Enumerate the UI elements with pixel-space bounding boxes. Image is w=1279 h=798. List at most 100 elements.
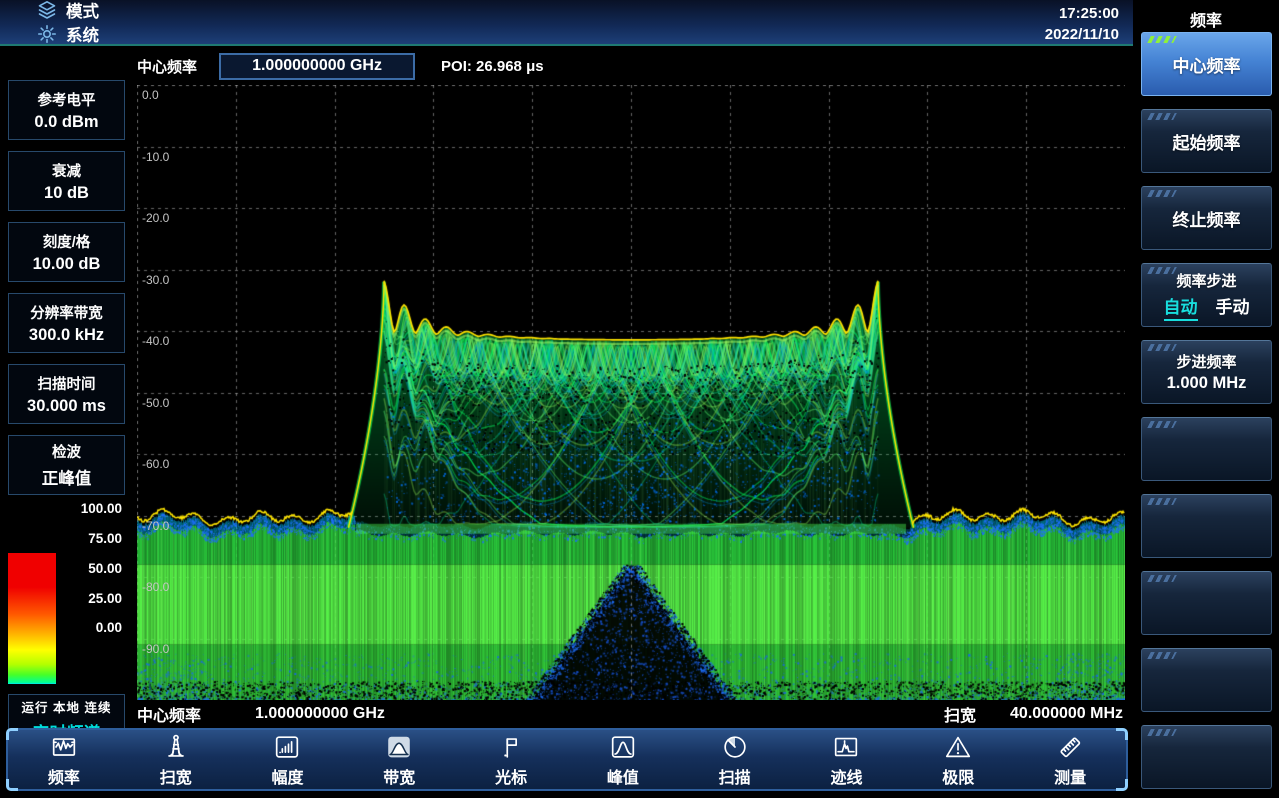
measure-icon bbox=[1055, 732, 1085, 762]
toolbar-corner-accent bbox=[6, 728, 18, 740]
softkey-start-frequency[interactable]: 起始频率 bbox=[1141, 109, 1272, 173]
readout-label: 刻度/格 bbox=[42, 234, 91, 251]
colorbar-tick: 25.00 bbox=[88, 591, 122, 606]
menu-item-系统[interactable]: 系统 bbox=[36, 22, 99, 46]
footer-center-frequency-label: 中心频率 bbox=[137, 708, 202, 725]
y-axis-label: -20.0 bbox=[142, 211, 170, 225]
frequency-icon bbox=[49, 732, 79, 762]
density-colorbar bbox=[8, 553, 56, 684]
softkey-corner-stripes-icon bbox=[1147, 267, 1177, 274]
y-axis-label: -90.0 bbox=[142, 641, 170, 656]
softkey-blank-4 bbox=[1141, 648, 1272, 712]
softkey-label: 起始频率 bbox=[1172, 133, 1241, 153]
colorbar-tick: 50.00 bbox=[88, 561, 122, 576]
readout-value: 正峰值 bbox=[41, 470, 92, 488]
softkey-blank-3 bbox=[1141, 571, 1272, 635]
toolbar-button-label: 幅度 bbox=[271, 769, 304, 787]
menu-item-模式[interactable]: 模式 bbox=[36, 0, 99, 22]
softkey-corner-stripes-icon bbox=[1147, 36, 1177, 43]
softkey-panel-title: 频率 bbox=[1189, 13, 1222, 30]
readout-label: 检波 bbox=[52, 445, 81, 461]
y-axis-label: -10.0 bbox=[142, 149, 170, 164]
toolbar-button-极限[interactable]: 极限 bbox=[902, 730, 1014, 789]
toolbar-button-幅度[interactable]: 幅度 bbox=[232, 730, 344, 789]
toolbar-button-光标[interactable]: 光标 bbox=[455, 730, 567, 789]
softkey-panel: 频率 中心频率起始频率终止频率频率步进自动 手动步进频率 1.000 MHz bbox=[1133, 0, 1279, 798]
y-axis-label: -40.0 bbox=[142, 334, 170, 348]
amplitude-icon bbox=[272, 732, 302, 762]
softkey-options: 自动 手动 bbox=[1163, 293, 1250, 321]
toolbar-button-迹线[interactable]: 迹线 bbox=[791, 730, 903, 789]
toolbar-button-label: 光标 bbox=[495, 769, 528, 787]
mode-icon bbox=[36, 0, 58, 21]
y-axis-label: 0.0 bbox=[142, 88, 159, 102]
softkey-step-frequency[interactable]: 步进频率 1.000 MHz bbox=[1141, 340, 1272, 404]
readout-label: 衰减 bbox=[52, 163, 81, 180]
softkey-option-手动[interactable]: 手动 bbox=[1216, 293, 1250, 321]
footer-span-value: 40.000000 MHz bbox=[1010, 705, 1123, 722]
readout-3: 刻度/格 10.00 dB bbox=[8, 222, 125, 282]
center-frequency-input[interactable]: 1.000000000 GHz bbox=[219, 52, 416, 80]
plot-footer: 中心频率 1.000000000 GHz 扫宽 40.000000 MHz bbox=[137, 701, 1125, 727]
readout-value: 300.0 kHz bbox=[28, 325, 105, 344]
softkey-frequency-step-mode[interactable]: 频率步进自动 手动 bbox=[1141, 263, 1272, 327]
softkey-option-自动[interactable]: 自动 bbox=[1163, 293, 1198, 321]
run-status-text: 运行 本地 连续 bbox=[21, 700, 112, 715]
toolbar-button-label: 迹线 bbox=[830, 769, 863, 787]
system-icon bbox=[36, 23, 58, 45]
span-icon bbox=[161, 732, 191, 762]
toolbar-button-频率[interactable]: 频率 bbox=[8, 730, 120, 789]
trace-icon bbox=[831, 732, 861, 762]
toolbar-corner-accent bbox=[1116, 728, 1128, 740]
readout-label: 分辨率带宽 bbox=[30, 305, 103, 322]
toolbar-button-label: 频率 bbox=[47, 769, 80, 787]
softkey-corner-stripes-icon bbox=[1147, 498, 1177, 505]
marker-icon bbox=[496, 732, 526, 762]
toolbar-button-label: 测量 bbox=[1054, 769, 1087, 787]
softkey-corner-stripes-icon bbox=[1147, 113, 1177, 120]
softkey-blank-2 bbox=[1141, 494, 1272, 558]
colorbar-tick: 75.00 bbox=[88, 531, 122, 546]
menu-item-label: 模式 bbox=[66, 3, 99, 21]
poi-readout: POI: 26.968 μs bbox=[441, 57, 544, 75]
toolbar-button-测量[interactable]: 测量 bbox=[1014, 730, 1126, 789]
toolbar-button-带宽[interactable]: 带宽 bbox=[343, 730, 455, 789]
center-frequency-label: 中心频率 bbox=[137, 58, 198, 76]
readout-6: 检波 正峰值 bbox=[8, 435, 125, 495]
readout-1: 参考电平 0.0 dBm bbox=[8, 80, 125, 140]
softkey-corner-stripes-icon bbox=[1147, 575, 1177, 582]
y-axis-label: -80.0 bbox=[142, 580, 170, 594]
top-menu-bar: 文件模式系统截屏 17:25:00 2022/11/10 bbox=[0, 0, 1133, 69]
toolbar-button-扫宽[interactable]: 扫宽 bbox=[120, 730, 232, 789]
readout-label: 参考电平 bbox=[37, 92, 96, 109]
softkey-label: 频率步进 bbox=[1176, 272, 1237, 290]
toolbar-button-label: 扫描 bbox=[718, 769, 751, 787]
colorbar-tick: 0.00 bbox=[95, 620, 122, 635]
softkey-blank-1 bbox=[1141, 417, 1272, 481]
toolbar-button-label: 带宽 bbox=[383, 769, 416, 787]
toolbar-corner-accent bbox=[1116, 779, 1128, 791]
softkey-corner-stripes-icon bbox=[1147, 652, 1177, 659]
colorbar-tick: 100.00 bbox=[80, 501, 122, 516]
sweep-icon bbox=[720, 732, 750, 762]
softkey-stop-frequency[interactable]: 终止频率 bbox=[1141, 186, 1272, 250]
softkey-label: 步进频率 bbox=[1176, 354, 1237, 371]
softkey-corner-stripes-icon bbox=[1147, 421, 1177, 428]
readout-value: 0.0 dBm bbox=[34, 112, 99, 131]
y-axis-label: -30.0 bbox=[142, 272, 170, 287]
readout-label: 扫描时间 bbox=[37, 376, 96, 393]
softkey-label: 终止频率 bbox=[1172, 210, 1241, 230]
menu-item-label: 系统 bbox=[66, 27, 99, 45]
softkey-blank-5 bbox=[1141, 725, 1272, 789]
toolbar-button-峰值[interactable]: 峰值 bbox=[567, 730, 679, 789]
softkey-corner-stripes-icon bbox=[1147, 729, 1177, 736]
softkey-value: 1.000 MHz bbox=[1166, 374, 1247, 392]
clock: 17:25:00 2022/11/10 bbox=[1045, 3, 1119, 45]
toolbar-corner-accent bbox=[6, 779, 18, 791]
softkey-label: 中心频率 bbox=[1172, 56, 1241, 76]
settings-readout-panel: 参考电平 0.0 dBm 衰减 10 dB 刻度/格 10.00 dB 分辨率带宽 300.0… bbox=[0, 46, 130, 798]
readout-2: 衰减 10 dB bbox=[8, 151, 125, 211]
readout-value: 30.000 ms bbox=[27, 396, 106, 415]
toolbar-button-扫描[interactable]: 扫描 bbox=[679, 730, 791, 789]
softkey-center-frequency[interactable]: 中心频率 bbox=[1141, 32, 1272, 96]
